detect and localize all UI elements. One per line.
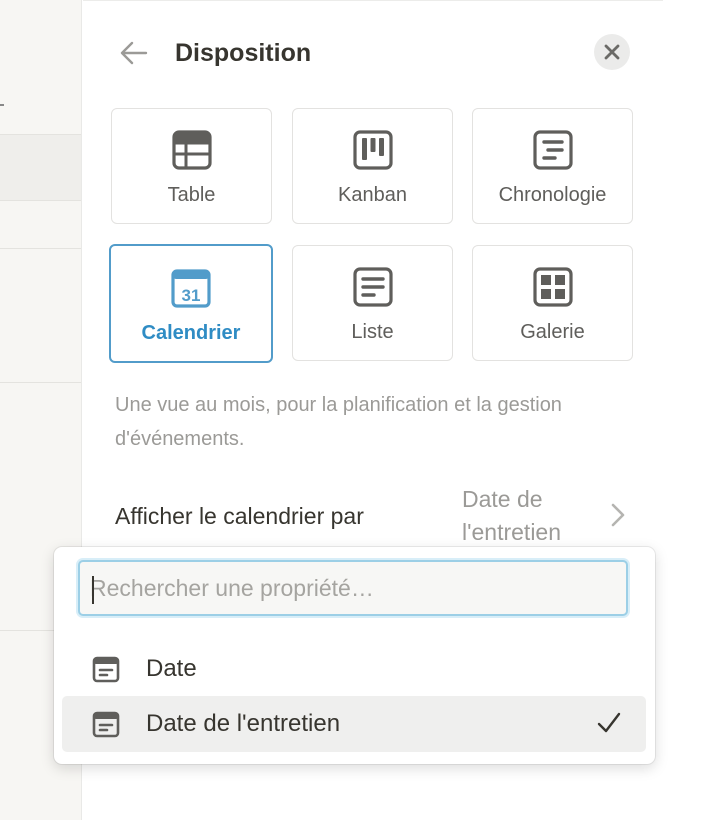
property-option-date[interactable]: Date — [62, 641, 646, 697]
background-right — [663, 0, 716, 820]
layout-option-galerie[interactable]: Galerie — [472, 245, 633, 361]
property-dropdown: Date Date de l'entretien — [54, 547, 655, 764]
layout-option-label: Kanban — [338, 184, 407, 206]
calendar-icon: 31 — [171, 269, 211, 308]
calendar-icon-day: 31 — [182, 286, 201, 305]
kanban-icon — [352, 130, 393, 170]
layout-description: Une vue au mois, pour la planification e… — [115, 394, 562, 450]
back-arrow-icon[interactable] — [118, 38, 150, 68]
layout-option-label: Table — [167, 184, 216, 206]
layout-option-label: Chronologie — [498, 184, 607, 206]
text-caret — [92, 576, 94, 604]
layout-option-kanban[interactable]: Kanban — [292, 108, 453, 224]
table-icon — [171, 130, 212, 170]
layout-option-liste[interactable]: Liste — [292, 245, 453, 361]
layout-option-label: Galerie — [520, 321, 585, 343]
panel-title: Disposition — [175, 39, 312, 67]
calendar-by-value[interactable]: Date de l'entretien — [462, 483, 602, 549]
property-search-input[interactable] — [90, 570, 610, 606]
property-option-date-entretien[interactable]: Date de l'entretien — [62, 696, 646, 752]
background-mark — [0, 104, 4, 106]
close-icon — [604, 44, 620, 60]
checkmark-icon — [597, 712, 621, 733]
background-divider — [0, 248, 81, 249]
date-property-icon — [92, 711, 120, 738]
layout-option-calendrier[interactable]: 31 Calendrier — [109, 244, 273, 363]
layout-option-chronologie[interactable]: Chronologie — [472, 108, 633, 224]
close-button[interactable] — [594, 34, 630, 70]
property-option-label: Date — [146, 655, 197, 682]
calendar-by-label: Afficher le calendrier par — [115, 503, 364, 529]
background-divider — [0, 200, 81, 201]
list-icon — [352, 267, 393, 307]
layout-option-label: Liste — [351, 321, 394, 343]
layout-option-label: Calendrier — [141, 322, 241, 344]
background-row — [0, 135, 81, 200]
property-option-label: Date de l'entretien — [146, 710, 341, 737]
gallery-icon — [532, 267, 573, 307]
date-property-icon — [92, 656, 120, 683]
timeline-icon — [532, 130, 573, 170]
property-search-box[interactable] — [78, 560, 628, 616]
background-divider — [0, 382, 81, 383]
layout-option-table[interactable]: Table — [111, 108, 272, 224]
chevron-right-icon[interactable] — [608, 502, 628, 528]
